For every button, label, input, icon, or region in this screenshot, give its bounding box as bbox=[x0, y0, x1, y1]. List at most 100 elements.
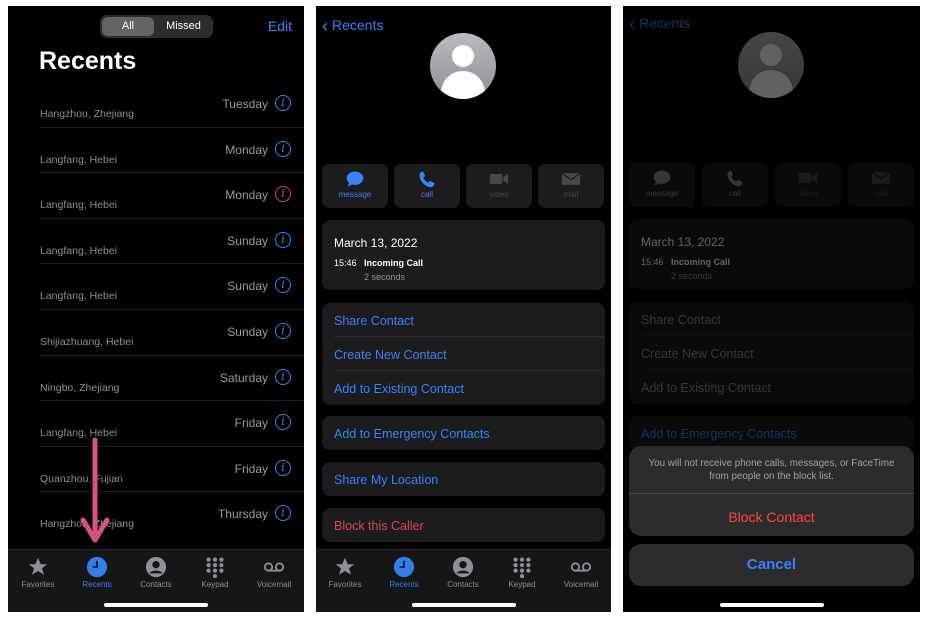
recent-call-row[interactable]: Hangzhou, Zhejiang Thursday i bbox=[8, 492, 304, 538]
voicemail-icon bbox=[570, 562, 592, 572]
add-to-emergency-contacts-button[interactable]: Add to Emergency Contacts bbox=[334, 427, 490, 441]
video-camera-icon bbox=[798, 173, 818, 183]
share-my-location-button[interactable]: Share My Location bbox=[334, 473, 438, 487]
call-day: Tuesday bbox=[222, 97, 268, 111]
message-action-button[interactable]: message bbox=[322, 164, 388, 208]
info-icon[interactable]: i bbox=[275, 277, 291, 294]
info-icon[interactable]: i bbox=[275, 505, 291, 522]
call-location: Langfang, Hebei bbox=[40, 290, 118, 303]
call-day: Monday bbox=[225, 188, 268, 203]
action-label: video bbox=[798, 189, 818, 198]
avatar bbox=[430, 33, 496, 99]
avatar bbox=[738, 32, 804, 98]
envelope-icon bbox=[561, 172, 581, 185]
back-button[interactable]: ‹ Recents bbox=[629, 14, 690, 35]
call-log-card: March 13, 2022 15:46 Incoming Call 2 sec… bbox=[629, 219, 914, 289]
add-to-existing-contact-button[interactable]: Add to Existing Contact bbox=[334, 382, 464, 396]
tab-label: Voicemail bbox=[256, 580, 292, 589]
filter-all-segment[interactable]: All bbox=[102, 17, 154, 36]
mail-action-button[interactable]: mail bbox=[538, 164, 604, 208]
star-icon bbox=[28, 557, 48, 575]
call-action-button[interactable]: call bbox=[394, 164, 460, 208]
back-button[interactable]: ‹ Recents bbox=[322, 16, 383, 37]
info-icon[interactable]: i bbox=[275, 140, 291, 157]
recent-call-row[interactable]: Langfang, Hebei Friday i bbox=[8, 401, 304, 447]
tab-label: Favorites bbox=[21, 580, 55, 589]
info-icon[interactable]: i bbox=[275, 322, 291, 339]
tab-contacts[interactable]: Contacts bbox=[128, 556, 184, 589]
tab-label: Voicemail bbox=[563, 580, 599, 589]
create-new-contact-button[interactable]: Create New Contact bbox=[334, 348, 447, 362]
share-contact-button[interactable]: Share Contact bbox=[334, 314, 414, 328]
call-duration: 2 seconds bbox=[671, 271, 713, 281]
call-action-button[interactable]: call bbox=[702, 163, 768, 207]
message-action-button[interactable]: message bbox=[629, 163, 695, 207]
star-icon bbox=[335, 557, 355, 575]
recent-call-row[interactable]: Shijiazhuang, Hebei Sunday i bbox=[8, 310, 304, 356]
recent-call-row[interactable]: Langfang, Hebei Monday i bbox=[8, 173, 304, 219]
cancel-button[interactable]: Cancel bbox=[629, 544, 914, 586]
recent-call-row[interactable]: Hangzhou, Zhejiang Tuesday i bbox=[8, 82, 304, 128]
block-contact-button[interactable]: Block Contact bbox=[629, 509, 914, 525]
tab-keypad[interactable]: Keypad bbox=[494, 556, 550, 589]
tab-label: Contacts bbox=[140, 580, 172, 589]
tab-contacts[interactable]: Contacts bbox=[435, 556, 491, 589]
recent-call-row[interactable]: Ningbo, Zhejiang Saturday i bbox=[8, 356, 304, 402]
recent-call-row[interactable]: Langfang, Hebei Sunday i bbox=[8, 219, 304, 265]
call-day: Saturday bbox=[219, 370, 268, 385]
recent-call-row[interactable]: Langfang, Hebei Monday i bbox=[8, 128, 304, 174]
info-icon-highlighted[interactable]: i bbox=[275, 186, 291, 203]
info-icon[interactable]: i bbox=[275, 95, 291, 111]
share-contact-button[interactable]: Share Contact bbox=[641, 313, 721, 327]
tab-recents[interactable]: Recents bbox=[69, 556, 125, 589]
tab-label: Keypad bbox=[508, 580, 536, 589]
recent-call-row[interactable]: Quanzhou, Fujian Friday i bbox=[8, 447, 304, 493]
page-title: Recents bbox=[39, 47, 137, 75]
info-icon[interactable]: i bbox=[275, 459, 291, 476]
block-group: Block this Caller bbox=[322, 508, 605, 542]
tab-bar: Favorites Recents Contacts Keypad Voicem… bbox=[316, 549, 611, 612]
chevron-left-icon: ‹ bbox=[322, 16, 328, 36]
call-day: Monday bbox=[225, 142, 268, 157]
tab-keypad[interactable]: Keypad bbox=[187, 556, 243, 589]
divider bbox=[629, 493, 914, 494]
add-to-emergency-contacts-button[interactable]: Add to Emergency Contacts bbox=[641, 427, 797, 441]
location-group: Share My Location bbox=[322, 462, 605, 496]
action-label: message bbox=[338, 190, 372, 199]
block-action-sheet: You will not receive phone calls, messag… bbox=[629, 446, 914, 536]
emergency-group: Add to Emergency Contacts bbox=[629, 416, 914, 450]
video-camera-icon bbox=[489, 174, 509, 184]
block-confirmation-screen: ‹ Recents message call video mail March 1… bbox=[623, 6, 920, 612]
contact-actions-group: Share Contact Create New Contact Add to … bbox=[322, 303, 605, 405]
call-location: Hangzhou, Zhejiang bbox=[40, 108, 134, 120]
recent-call-row[interactable]: Langfang, Hebei Sunday i bbox=[8, 264, 304, 310]
video-action-button[interactable]: video bbox=[775, 163, 841, 207]
action-label: video bbox=[489, 190, 509, 199]
block-this-caller-button[interactable]: Block this Caller bbox=[334, 519, 424, 533]
tab-voicemail[interactable]: Voicemail bbox=[246, 556, 302, 589]
info-icon[interactable]: i bbox=[275, 231, 291, 248]
recents-screen: All Missed Edit Recents Hangzhou, Zhejia… bbox=[8, 6, 304, 612]
add-to-existing-contact-button[interactable]: Add to Existing Contact bbox=[641, 381, 771, 395]
tab-favorites[interactable]: Favorites bbox=[10, 556, 66, 589]
info-icon[interactable]: i bbox=[275, 368, 291, 385]
call-duration: 2 seconds bbox=[364, 272, 406, 282]
caller-detail-screen: ‹ Recents message call video mail March 1… bbox=[316, 6, 611, 612]
home-indicator bbox=[104, 603, 208, 607]
envelope-icon bbox=[871, 171, 891, 184]
clock-icon bbox=[393, 556, 415, 578]
create-new-contact-button[interactable]: Create New Contact bbox=[641, 347, 754, 361]
filter-missed-segment[interactable]: Missed bbox=[156, 17, 211, 36]
video-action-button[interactable]: video bbox=[466, 164, 532, 208]
tab-label: Recents bbox=[389, 580, 419, 589]
mail-action-button[interactable]: mail bbox=[848, 163, 914, 207]
divider bbox=[641, 369, 914, 370]
tab-favorites[interactable]: Favorites bbox=[317, 556, 373, 589]
person-circle-icon bbox=[452, 556, 474, 578]
keypad-icon bbox=[513, 557, 531, 578]
info-icon[interactable]: i bbox=[275, 414, 291, 431]
person-circle-icon bbox=[145, 556, 167, 578]
edit-button[interactable]: Edit bbox=[268, 18, 292, 34]
tab-voicemail[interactable]: Voicemail bbox=[553, 556, 609, 589]
tab-recents[interactable]: Recents bbox=[376, 556, 432, 589]
